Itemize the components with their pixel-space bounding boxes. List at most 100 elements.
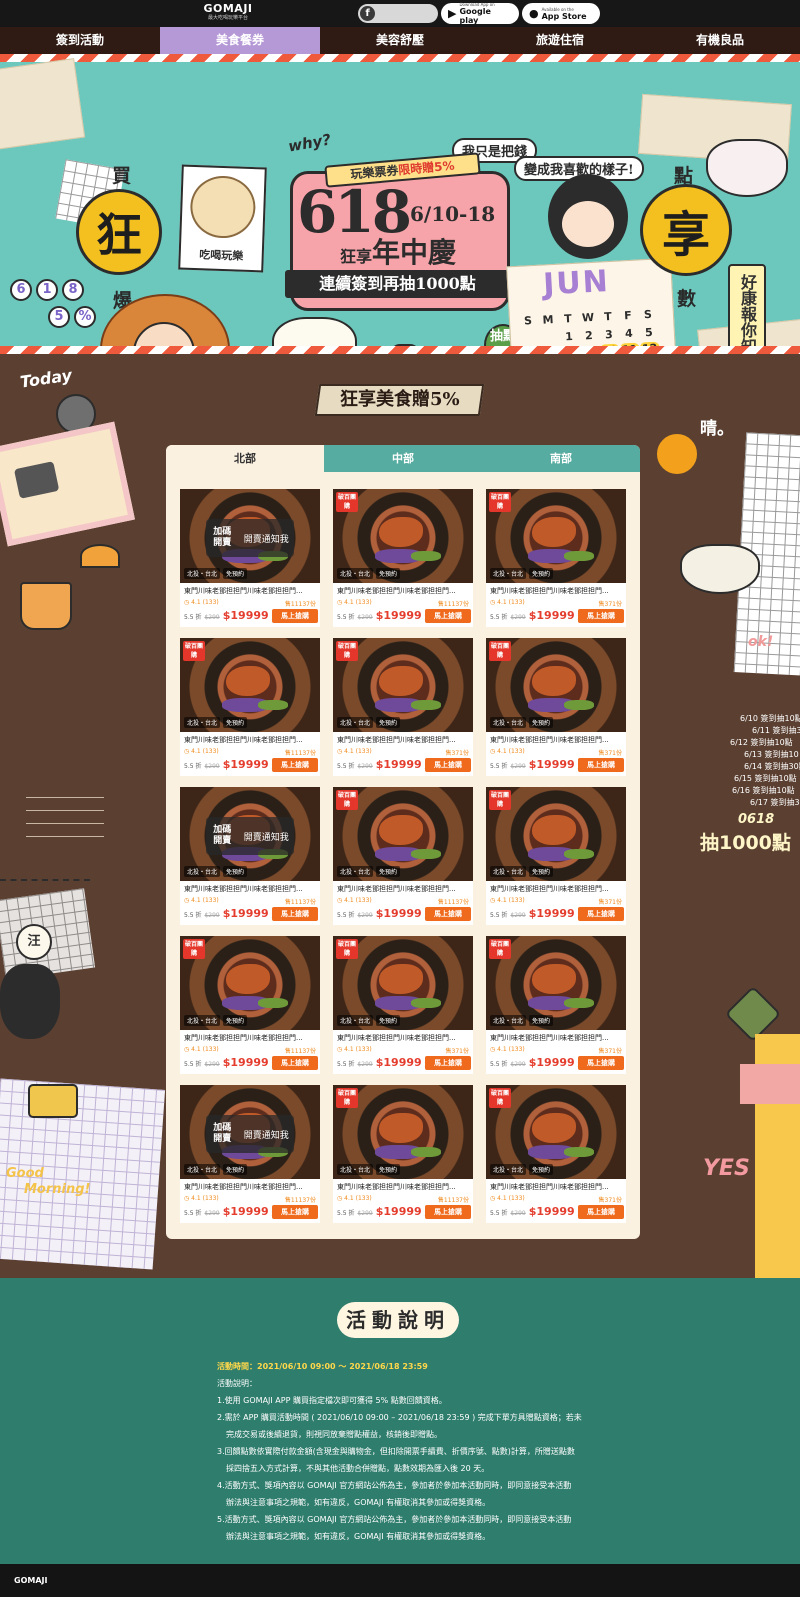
product-image[interactable]: 破百團購 北投・台北 免預約 bbox=[180, 936, 320, 1030]
product-card[interactable]: 破百團購 北投・台北 免預約 東門川味老鄧担担門川味老鄧担担門... ◷ 4.1 (13… bbox=[333, 936, 473, 1074]
product-name[interactable]: 東門川味老鄧担担門川味老鄧担担門... bbox=[490, 586, 622, 596]
product-image[interactable]: 破百團購 北投・台北 免預約 bbox=[486, 1085, 626, 1179]
buy-now-button[interactable]: 馬上搶購 bbox=[578, 609, 624, 623]
product-name[interactable]: 東門川味老鄧担担門川味老鄧担担門... bbox=[184, 884, 316, 894]
food-greens bbox=[564, 998, 594, 1008]
product-name[interactable]: 東門川味老鄧担担門川味老鄧担担門... bbox=[337, 884, 469, 894]
product-name[interactable]: 東門川味老鄧担担門川味老鄧担担門... bbox=[337, 1182, 469, 1192]
notify-overlay[interactable]: 加碼開賣 開賣通知我 bbox=[206, 817, 294, 855]
food-greens bbox=[411, 700, 441, 710]
hot-deal-badge: 破百團購 bbox=[183, 939, 205, 959]
no-reservation-chip: 免預約 bbox=[223, 568, 248, 579]
radio-illustration bbox=[28, 1084, 78, 1118]
buy-now-button[interactable]: 馬上搶購 bbox=[272, 609, 318, 623]
buy-now-button[interactable]: 馬上搶購 bbox=[272, 758, 318, 772]
product-image[interactable]: 破百團購 北投・台北 免預約 bbox=[486, 787, 626, 881]
product-name[interactable]: 東門川味老鄧担担門川味老鄧担担門... bbox=[490, 1182, 622, 1192]
tab-central[interactable]: 中部 bbox=[324, 445, 482, 472]
product-card[interactable]: 破百團購 北投・台北 免預約 東門川味老鄧担担門川味老鄧担担門... ◷ 4.1 (13… bbox=[486, 489, 626, 627]
product-card[interactable]: 破百團購 北投・台北 免預約 東門川味老鄧担担門川味老鄧担担門... ◷ 4.1 (13… bbox=[333, 638, 473, 776]
buy-now-button[interactable]: 馬上搶購 bbox=[272, 1056, 318, 1070]
product-image[interactable]: 破百團購 北投・台北 免預約 bbox=[486, 638, 626, 732]
product-card[interactable]: 北投・台北 免預約 加碼開賣 開賣通知我 東門川味老鄧担担門川味老鄧担担門... ◷ 4.… bbox=[180, 1085, 320, 1223]
hot-deal-badge: 破百團購 bbox=[336, 492, 358, 512]
product-card[interactable]: 破百團購 北投・台北 免預約 東門川味老鄧担担門川味老鄧担担門... ◷ 4.1 (13… bbox=[333, 787, 473, 925]
buy-now-button[interactable]: 馬上搶購 bbox=[425, 1205, 471, 1219]
product-name[interactable]: 東門川味老鄧担担門川味老鄧担担門... bbox=[490, 1033, 622, 1043]
nav-item-organic[interactable]: 有機良品 bbox=[640, 27, 800, 54]
product-image[interactable]: 破百團購 北投・台北 免預約 bbox=[486, 489, 626, 583]
product-image[interactable]: 破百團購 北投・台北 免預約 bbox=[333, 489, 473, 583]
buy-now-button[interactable]: 馬上搶購 bbox=[425, 609, 471, 623]
buy-now-button[interactable]: 馬上搶購 bbox=[578, 907, 624, 921]
camera-photo bbox=[0, 421, 135, 547]
product-name[interactable]: 東門川味老鄧担担門川味老鄧担担門... bbox=[184, 586, 316, 596]
product-name[interactable]: 東門川味老鄧担担門川味老鄧担担門... bbox=[490, 884, 622, 894]
product-image[interactable]: 北投・台北 免預約 加碼開賣 開賣通知我 bbox=[180, 787, 320, 881]
product-name[interactable]: 東門川味老鄧担担門川味老鄧担担門... bbox=[184, 1033, 316, 1043]
product-card[interactable]: 破百團購 北投・台北 免預約 東門川味老鄧担担門川味老鄧担担門... ◷ 4.1 (13… bbox=[180, 936, 320, 1074]
facebook-button[interactable]: f bbox=[358, 4, 438, 23]
top-bar: GOMAJI 最大吃喝玩樂平台 f ▶ Download App on Goog… bbox=[0, 0, 800, 27]
product-name[interactable]: 東門川味老鄧担担門川味老鄧担担門... bbox=[184, 735, 316, 745]
nav-item-food[interactable]: 美食餐券 bbox=[160, 27, 320, 54]
product-image[interactable]: 破百團購 北投・台北 免預約 bbox=[333, 638, 473, 732]
product-card[interactable]: 破百團購 北投・台北 免預約 東門川味老鄧担担門川味老鄧担担門... ◷ 4.1 (13… bbox=[486, 787, 626, 925]
buy-now-button[interactable]: 馬上搶購 bbox=[272, 907, 318, 921]
buy-now-button[interactable]: 馬上搶購 bbox=[425, 758, 471, 772]
product-card[interactable]: 破百團購 北投・台北 免預約 東門川味老鄧担担門川味老鄧担担門... ◷ 4.1 (13… bbox=[486, 638, 626, 776]
discount-label: 5.5 折 bbox=[184, 1210, 202, 1217]
promo-dates: 6/10-18 bbox=[410, 202, 496, 226]
product-image[interactable]: 破百團購 北投・台北 免預約 bbox=[180, 638, 320, 732]
product-name[interactable]: 東門川味老鄧担担門川味老鄧担担門... bbox=[337, 586, 469, 596]
product-name[interactable]: 東門川味老鄧担担門川味老鄧担担門... bbox=[184, 1182, 316, 1192]
camera-icon bbox=[13, 461, 60, 499]
buy-now-button[interactable]: 馬上搶購 bbox=[578, 1056, 624, 1070]
buy-now-button[interactable]: 馬上搶購 bbox=[578, 1205, 624, 1219]
product-name[interactable]: 東門川味老鄧担担門川味老鄧担担門... bbox=[490, 735, 622, 745]
product-card[interactable]: 北投・台北 免預約 加碼開賣 開賣通知我 東門川味老鄧担担門川味老鄧担担門... ◷ 4.… bbox=[180, 489, 320, 627]
rating-value: 4.1 (133) bbox=[344, 748, 372, 755]
food-greens bbox=[564, 849, 594, 859]
nav-item-travel[interactable]: 旅遊住宿 bbox=[480, 27, 640, 54]
sale-price: $19999 bbox=[375, 1205, 422, 1218]
rating-value: 4.1 (133) bbox=[191, 1046, 219, 1053]
tab-south[interactable]: 南部 bbox=[482, 445, 640, 472]
buy-now-button[interactable]: 馬上搶購 bbox=[425, 1056, 471, 1070]
product-image[interactable]: 破百團購 北投・台北 免預約 bbox=[486, 936, 626, 1030]
footer-logo[interactable]: GOMAJI bbox=[14, 1576, 47, 1585]
sold-count: 售11137份 bbox=[437, 601, 469, 608]
notify-overlay[interactable]: 加碼開賣 開賣通知我 bbox=[206, 1115, 294, 1153]
product-price: 5.5 折$299$19999起 bbox=[337, 1205, 431, 1218]
product-image[interactable]: 北投・台北 免預約 加碼開賣 開賣通知我 bbox=[180, 1085, 320, 1179]
product-image[interactable]: 北投・台北 免預約 加碼開賣 開賣通知我 bbox=[180, 489, 320, 583]
rating-value: 4.1 (133) bbox=[497, 599, 525, 606]
app-store-button[interactable]: ● Available on the App Store bbox=[522, 3, 600, 24]
nav-item-checkin[interactable]: 簽到活動 bbox=[0, 27, 160, 54]
location-chip: 北投・台北 bbox=[490, 568, 527, 579]
dog-illustration bbox=[0, 964, 60, 1039]
buy-now-button[interactable]: 馬上搶購 bbox=[272, 1205, 318, 1219]
product-image[interactable]: 破百團購 北投・台北 免預約 bbox=[333, 1085, 473, 1179]
sold-count: 售11137份 bbox=[437, 1197, 469, 1204]
tab-north[interactable]: 北部 bbox=[166, 445, 324, 472]
sold-count: 售371份 bbox=[598, 899, 622, 906]
product-card[interactable]: 北投・台北 免預約 加碼開賣 開賣通知我 東門川味老鄧担担門川味老鄧担担門... ◷ 4.… bbox=[180, 787, 320, 925]
google-play-button[interactable]: ▶ Download App on Google play bbox=[441, 2, 519, 25]
product-tags: 北投・台北 免預約 bbox=[490, 866, 554, 877]
buy-now-button[interactable]: 馬上搶購 bbox=[578, 758, 624, 772]
product-name[interactable]: 東門川味老鄧担担門川味老鄧担担門... bbox=[337, 735, 469, 745]
product-name[interactable]: 東門川味老鄧担担門川味老鄧担担門... bbox=[337, 1033, 469, 1043]
product-card[interactable]: 破百團購 北投・台北 免預約 東門川味老鄧担担門川味老鄧担担門... ◷ 4.1 (13… bbox=[486, 936, 626, 1074]
product-card[interactable]: 破百團購 北投・台北 免預約 東門川味老鄧担担門川味老鄧担担門... ◷ 4.1 (13… bbox=[180, 638, 320, 776]
nav-item-beauty[interactable]: 美容舒壓 bbox=[320, 27, 480, 54]
product-image[interactable]: 破百團購 北投・台北 免預約 bbox=[333, 787, 473, 881]
rating-value: 4.1 (133) bbox=[497, 748, 525, 755]
gomaji-logo[interactable]: GOMAJI 最大吃喝玩樂平台 bbox=[198, 3, 258, 22]
product-image[interactable]: 破百團購 北投・台北 免預約 bbox=[333, 936, 473, 1030]
product-card[interactable]: 破百團購 北投・台北 免預約 東門川味老鄧担担門川味老鄧担担門... ◷ 4.1 (13… bbox=[486, 1085, 626, 1223]
product-card[interactable]: 破百團購 北投・台北 免預約 東門川味老鄧担担門川味老鄧担担門... ◷ 4.1 (13… bbox=[333, 1085, 473, 1223]
buy-now-button[interactable]: 馬上搶購 bbox=[425, 907, 471, 921]
notify-overlay[interactable]: 加碼開賣 開賣通知我 bbox=[206, 519, 294, 557]
product-card[interactable]: 破百團購 北投・台北 免預約 東門川味老鄧担担門川味老鄧担担門... ◷ 4.1 (13… bbox=[333, 489, 473, 627]
